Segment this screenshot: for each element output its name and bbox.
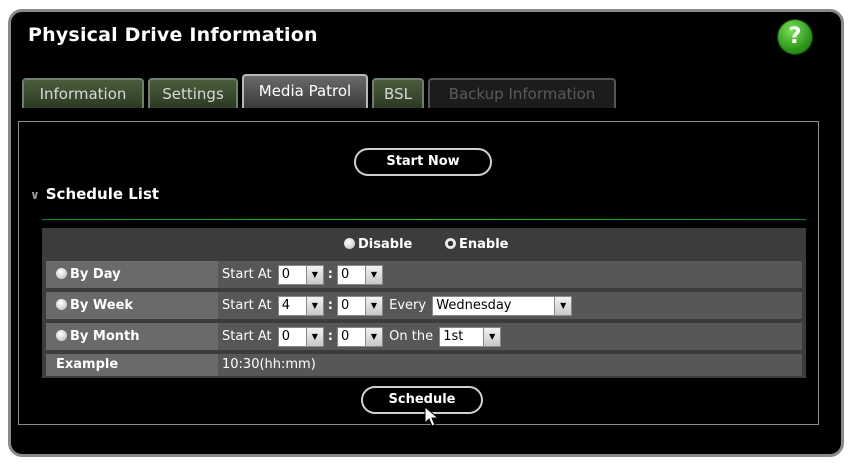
tab-settings[interactable]: Settings	[148, 78, 238, 108]
by-week-day-value: Wednesday	[436, 297, 512, 313]
by-day-radio[interactable]	[56, 268, 67, 279]
enable-radio[interactable]	[445, 238, 456, 249]
by-day-minute-value: 0	[341, 266, 350, 282]
by-month-option[interactable]: By Month	[46, 323, 218, 350]
by-month-radio[interactable]	[56, 330, 67, 341]
by-month-row: By Month Start At 0 ▼:0 ▼ On the 1st ▼	[46, 323, 802, 350]
help-icon[interactable]: ?	[778, 20, 812, 54]
mouse-cursor-icon	[424, 406, 440, 427]
by-week-minute-select[interactable]: 0 ▼	[337, 295, 383, 316]
by-day-label: By Day	[70, 267, 121, 282]
by-day-option[interactable]: By Day	[46, 261, 218, 288]
by-week-start-at-label: Start At	[222, 298, 272, 313]
by-day-start-at-label: Start At	[222, 267, 272, 282]
by-month-hour-value: 0	[281, 328, 291, 344]
by-day-hour-value: 0	[281, 266, 291, 282]
by-week-minute-value: 0	[341, 297, 350, 313]
time-colon: :	[327, 298, 333, 313]
example-row: Example 10:30(hh:mm)	[46, 354, 802, 376]
by-month-hour-select[interactable]: 0 ▼	[277, 326, 324, 347]
by-week-every-label: Every	[389, 298, 427, 313]
dropdown-arrow-icon: ▼	[365, 296, 382, 315]
by-week-row: By Week Start At 4 ▼:0 ▼ Every Wednesday ▼	[46, 292, 802, 319]
example-label: Example	[46, 354, 218, 376]
tab-information[interactable]: Information	[22, 78, 144, 108]
by-month-minute-value: 0	[341, 328, 350, 344]
schedule-button[interactable]: Schedule	[361, 386, 483, 414]
schedule-list-title: Schedule List	[45, 185, 160, 203]
schedule-list-header[interactable]: ∨ Schedule List	[30, 185, 810, 211]
enable-label: Enable	[459, 237, 509, 252]
dropdown-arrow-icon: ▼	[305, 327, 323, 346]
dropdown-arrow-icon: ▼	[483, 327, 501, 346]
disable-option[interactable]: Disable	[344, 237, 412, 252]
enable-option[interactable]: Enable	[445, 237, 509, 252]
by-month-start-at-label: Start At	[222, 329, 272, 344]
start-now-button[interactable]: Start Now	[354, 148, 492, 176]
by-week-label: By Week	[70, 298, 134, 313]
dropdown-arrow-icon: ▼	[554, 296, 572, 315]
by-week-hour-value: 4	[281, 297, 291, 313]
by-month-label: By Month	[70, 329, 140, 344]
dropdown-arrow-icon: ▼	[305, 265, 323, 284]
by-week-day-select[interactable]: Wednesday ▼	[432, 295, 573, 316]
page-title: Physical Drive Information	[28, 24, 318, 46]
by-day-minute-select[interactable]: 0 ▼	[337, 264, 383, 285]
dropdown-arrow-icon: ▼	[365, 327, 382, 346]
time-colon: :	[327, 267, 333, 282]
by-day-row: By Day Start At 0 ▼:0 ▼	[46, 261, 802, 288]
by-month-minute-select[interactable]: 0 ▼	[337, 326, 383, 347]
collapse-chevron-icon: ∨	[30, 188, 40, 202]
by-day-hour-select[interactable]: 0 ▼	[277, 264, 324, 285]
example-value: 10:30(hh:mm)	[222, 357, 316, 372]
by-month-day-select[interactable]: 1st ▼	[439, 326, 502, 347]
by-month-on-the-label: On the	[389, 329, 434, 344]
tab-media-patrol[interactable]: Media Patrol	[242, 74, 368, 108]
tab-backup-information: Backup Information	[428, 78, 616, 108]
by-week-hour-select[interactable]: 4 ▼	[277, 295, 324, 316]
disable-label: Disable	[358, 237, 413, 252]
time-colon: :	[327, 329, 333, 344]
section-divider	[42, 219, 806, 220]
dropdown-arrow-icon: ▼	[305, 296, 323, 315]
tab-bsl[interactable]: BSL	[372, 78, 424, 108]
dropdown-arrow-icon: ▼	[365, 265, 382, 284]
disable-radio[interactable]	[344, 238, 355, 249]
by-week-option[interactable]: By Week	[46, 292, 218, 319]
by-month-day-value: 1st	[443, 328, 464, 344]
schedule-grid: Disable Enable By Day Start At 0 ▼:0 ▼ By …	[42, 228, 806, 378]
by-week-radio[interactable]	[56, 299, 67, 310]
